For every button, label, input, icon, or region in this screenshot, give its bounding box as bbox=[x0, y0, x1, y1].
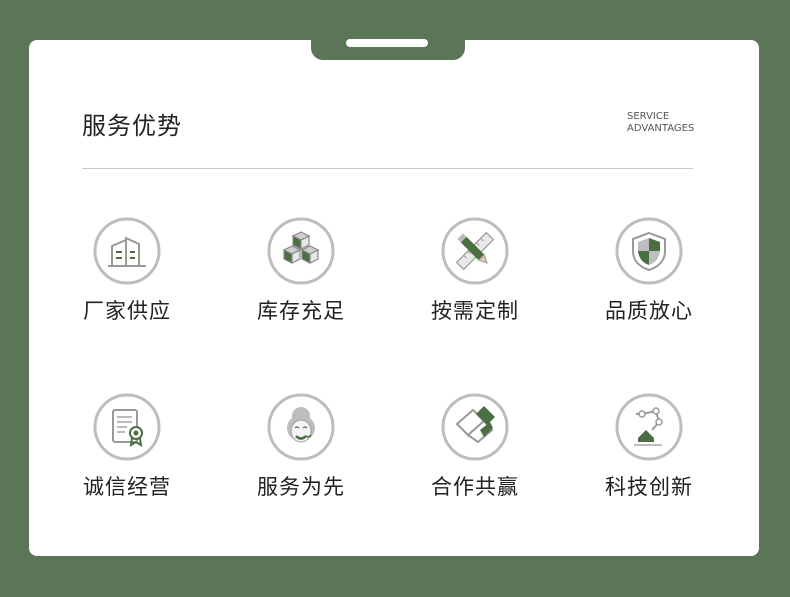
feature-label: 诚信经营 bbox=[83, 475, 171, 499]
subtitle-line-2: ADVANTAGES bbox=[627, 123, 695, 134]
feature-label: 科技创新 bbox=[605, 475, 693, 499]
factory-building-icon bbox=[92, 216, 162, 286]
page-title: 服务优势 bbox=[82, 112, 182, 140]
feature-label: 按需定制 bbox=[431, 299, 519, 323]
feature-label: 厂家供应 bbox=[83, 299, 171, 323]
pencil-ruler-icon bbox=[440, 216, 510, 286]
robot-arm-icon bbox=[614, 392, 684, 462]
feature-item-innovation: 科技创新 bbox=[574, 392, 724, 501]
feature-label: 合作共赢 bbox=[431, 475, 519, 499]
feature-item-service: 服务为先 bbox=[226, 392, 376, 501]
feature-label: 服务为先 bbox=[257, 475, 345, 499]
feature-item-stock: 库存充足 bbox=[226, 216, 376, 325]
certificate-icon bbox=[92, 392, 162, 462]
subtitle-line-1: SERVICE bbox=[627, 111, 670, 122]
feature-item-integrity: 诚信经营 bbox=[52, 392, 202, 501]
customer-service-icon bbox=[266, 392, 336, 462]
feature-item-cooperation: 合作共赢 bbox=[400, 392, 550, 501]
feature-item-factory: 厂家供应 bbox=[52, 216, 202, 325]
stacked-boxes-icon bbox=[266, 216, 336, 286]
feature-item-custom: 按需定制 bbox=[400, 216, 550, 325]
feature-label: 库存充足 bbox=[257, 299, 345, 323]
handshake-icon bbox=[440, 392, 510, 462]
notch-handle bbox=[346, 39, 428, 47]
header-divider bbox=[82, 168, 693, 169]
feature-item-quality: 品质放心 bbox=[574, 216, 724, 325]
feature-label: 品质放心 bbox=[605, 299, 693, 323]
shield-icon bbox=[614, 216, 684, 286]
page-subtitle: SERVICE ADVANTAGES bbox=[627, 111, 694, 135]
